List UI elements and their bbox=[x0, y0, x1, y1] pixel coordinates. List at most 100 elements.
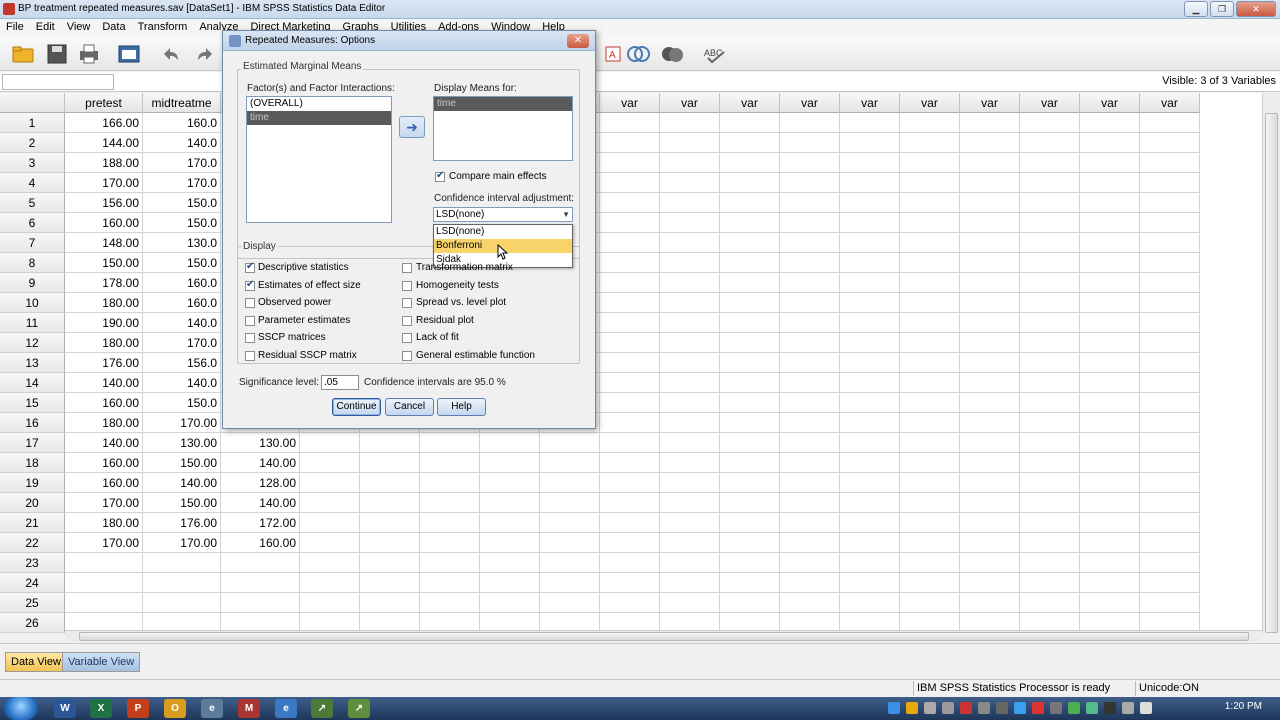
cancel-button[interactable]: Cancel bbox=[385, 398, 434, 416]
table-cell[interactable] bbox=[1080, 393, 1140, 413]
table-cell[interactable] bbox=[600, 513, 660, 533]
save-icon[interactable] bbox=[44, 42, 70, 66]
factors-listbox[interactable]: (OVERALL) time bbox=[246, 96, 392, 223]
table-cell[interactable] bbox=[660, 293, 720, 313]
table-cell[interactable] bbox=[1140, 113, 1200, 133]
close-button[interactable]: ✕ bbox=[1236, 1, 1276, 17]
table-cell[interactable] bbox=[540, 593, 600, 613]
table-cell[interactable] bbox=[420, 593, 480, 613]
row-header[interactable]: 11 bbox=[0, 313, 65, 333]
table-cell[interactable]: 128.00 bbox=[221, 473, 300, 493]
table-cell[interactable] bbox=[900, 333, 960, 353]
table-cell[interactable] bbox=[720, 193, 780, 213]
tray-device-icon[interactable] bbox=[1050, 702, 1062, 714]
table-cell[interactable]: 140.00 bbox=[65, 433, 143, 453]
tray-mic-icon[interactable] bbox=[978, 702, 990, 714]
tray-network-bars-icon[interactable] bbox=[1104, 702, 1116, 714]
table-cell[interactable] bbox=[540, 493, 600, 513]
table-cell[interactable] bbox=[540, 433, 600, 453]
minimize-button[interactable]: ▁ bbox=[1184, 1, 1208, 17]
table-cell[interactable] bbox=[1140, 473, 1200, 493]
maximize-button[interactable]: ❐ bbox=[1210, 1, 1234, 17]
table-cell[interactable] bbox=[1080, 233, 1140, 253]
row-header[interactable]: 20 bbox=[0, 493, 65, 513]
table-cell[interactable] bbox=[540, 533, 600, 553]
table-cell[interactable]: 170.0 bbox=[143, 333, 221, 353]
table-cell[interactable] bbox=[840, 273, 900, 293]
table-cell[interactable]: 170.0 bbox=[143, 153, 221, 173]
table-cell[interactable]: 156.0 bbox=[143, 353, 221, 373]
table-cell[interactable] bbox=[660, 473, 720, 493]
table-cell[interactable] bbox=[900, 533, 960, 553]
table-cell[interactable] bbox=[420, 473, 480, 493]
table-cell[interactable]: 190.00 bbox=[65, 313, 143, 333]
tray-update-icon[interactable] bbox=[1068, 702, 1080, 714]
table-cell[interactable] bbox=[1140, 353, 1200, 373]
table-cell[interactable]: 150.0 bbox=[143, 253, 221, 273]
table-cell[interactable] bbox=[1020, 473, 1080, 493]
menu-data[interactable]: Data bbox=[96, 19, 131, 37]
row-header[interactable]: 13 bbox=[0, 353, 65, 373]
table-cell[interactable] bbox=[900, 253, 960, 273]
table-cell[interactable] bbox=[480, 573, 540, 593]
tray-volume-icon[interactable] bbox=[1140, 702, 1152, 714]
table-cell[interactable] bbox=[1140, 333, 1200, 353]
table-cell[interactable] bbox=[660, 233, 720, 253]
table-cell[interactable]: 180.00 bbox=[65, 413, 143, 433]
vertical-scrollbar[interactable] bbox=[1262, 93, 1280, 633]
horizontal-scroll-thumb[interactable] bbox=[79, 632, 1249, 641]
table-cell[interactable] bbox=[840, 113, 900, 133]
table-cell[interactable] bbox=[780, 273, 840, 293]
table-cell[interactable] bbox=[720, 113, 780, 133]
display-checkbox[interactable] bbox=[245, 298, 255, 309]
continue-button[interactable]: Continue bbox=[332, 398, 381, 416]
table-cell[interactable] bbox=[420, 433, 480, 453]
table-cell[interactable] bbox=[900, 413, 960, 433]
display-checkbox[interactable] bbox=[402, 315, 412, 326]
table-cell[interactable] bbox=[660, 433, 720, 453]
table-cell[interactable] bbox=[1080, 333, 1140, 353]
table-cell[interactable]: 144.00 bbox=[65, 133, 143, 153]
table-cell[interactable] bbox=[840, 393, 900, 413]
table-cell[interactable]: 160.0 bbox=[143, 113, 221, 133]
display-checkbox[interactable] bbox=[245, 279, 255, 291]
tray-sun-icon[interactable] bbox=[906, 702, 918, 714]
table-cell[interactable] bbox=[720, 153, 780, 173]
table-cell[interactable]: 170.00 bbox=[143, 413, 221, 433]
table-cell[interactable] bbox=[960, 213, 1020, 233]
table-cell[interactable] bbox=[960, 553, 1020, 573]
table-cell[interactable] bbox=[780, 593, 840, 613]
table-cell[interactable] bbox=[660, 353, 720, 373]
table-cell[interactable] bbox=[720, 313, 780, 333]
tab-variable-view[interactable]: Variable View bbox=[62, 652, 141, 672]
table-cell[interactable] bbox=[360, 453, 420, 473]
table-cell[interactable] bbox=[840, 333, 900, 353]
table-cell[interactable] bbox=[1080, 413, 1140, 433]
table-cell[interactable] bbox=[1140, 173, 1200, 193]
table-cell[interactable] bbox=[420, 493, 480, 513]
table-cell[interactable] bbox=[660, 213, 720, 233]
table-cell[interactable] bbox=[660, 333, 720, 353]
table-cell[interactable] bbox=[480, 433, 540, 453]
table-cell[interactable] bbox=[780, 393, 840, 413]
table-cell[interactable] bbox=[1080, 133, 1140, 153]
table-cell[interactable] bbox=[900, 573, 960, 593]
table-cell[interactable] bbox=[1020, 433, 1080, 453]
row-header[interactable]: 3 bbox=[0, 153, 65, 173]
table-cell[interactable] bbox=[1140, 433, 1200, 453]
table-cell[interactable] bbox=[1140, 393, 1200, 413]
table-cell[interactable] bbox=[600, 473, 660, 493]
display-checkbox[interactable] bbox=[245, 261, 255, 273]
display-checkbox[interactable] bbox=[402, 263, 412, 273]
table-cell[interactable] bbox=[1080, 293, 1140, 313]
table-cell[interactable] bbox=[1080, 373, 1140, 393]
table-cell[interactable] bbox=[780, 193, 840, 213]
table-cell[interactable] bbox=[1080, 153, 1140, 173]
table-cell[interactable] bbox=[420, 533, 480, 553]
table-cell[interactable] bbox=[600, 293, 660, 313]
table-cell[interactable] bbox=[1020, 533, 1080, 553]
table-cell[interactable] bbox=[960, 433, 1020, 453]
table-cell[interactable] bbox=[780, 373, 840, 393]
value-labels-icon[interactable]: A bbox=[600, 42, 626, 66]
taskbar-clock[interactable]: 1:20 PM bbox=[1225, 701, 1262, 712]
